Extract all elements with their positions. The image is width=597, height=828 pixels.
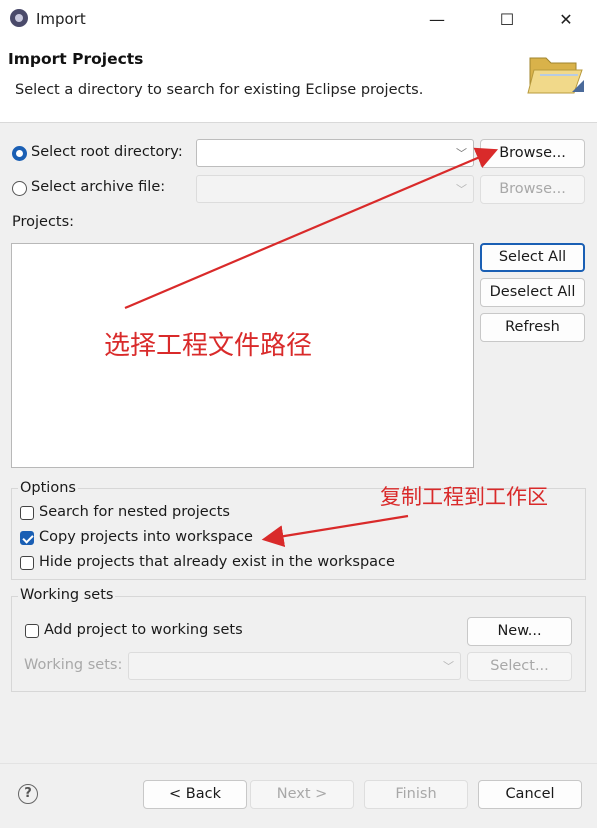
hide-existing-label: Hide projects that already exist in the … xyxy=(39,554,395,570)
browse-archive-button[interactable]: Browse... xyxy=(480,175,585,204)
select-root-directory-label: Select root directory: xyxy=(31,144,183,160)
select-root-directory-radio[interactable] xyxy=(12,146,27,161)
copy-projects-label: Copy projects into workspace xyxy=(39,529,253,545)
select-all-button[interactable]: Select All xyxy=(480,243,585,272)
close-button[interactable]: ✕ xyxy=(543,6,589,34)
annotation-select-path: 选择工程文件路径 xyxy=(104,331,313,361)
select-archive-file-label: Select archive file: xyxy=(31,179,166,195)
search-nested-label: Search for nested projects xyxy=(39,504,230,520)
deselect-all-button[interactable]: Deselect All xyxy=(480,278,585,307)
projects-label: Projects: xyxy=(12,214,75,230)
cancel-button[interactable]: Cancel xyxy=(478,780,582,809)
working-sets-label: Working sets: xyxy=(24,657,123,673)
refresh-button[interactable]: Refresh xyxy=(480,313,585,342)
root-directory-combo[interactable]: ﹀ xyxy=(196,139,474,167)
page-description: Select a directory to search for existin… xyxy=(15,82,424,98)
chevron-down-icon: ﹀ xyxy=(456,147,467,160)
select-archive-file-radio[interactable] xyxy=(12,181,27,196)
hide-existing-checkbox[interactable] xyxy=(20,556,34,570)
help-icon[interactable]: ? xyxy=(18,784,38,804)
options-title: Options xyxy=(18,480,78,496)
annotation-copy-workspace: 复制工程到工作区 xyxy=(380,485,548,509)
finish-button[interactable]: Finish xyxy=(364,780,468,809)
chevron-down-icon: ﹀ xyxy=(456,183,467,196)
new-working-set-button[interactable]: New... xyxy=(467,617,572,646)
search-nested-checkbox[interactable] xyxy=(20,506,34,520)
working-sets-combo[interactable]: ﹀ xyxy=(128,652,461,680)
add-to-working-sets-label: Add project to working sets xyxy=(44,622,243,638)
window-title: Import xyxy=(36,10,86,28)
eclipse-app-icon xyxy=(10,9,28,27)
next-button[interactable]: Next > xyxy=(250,780,354,809)
archive-file-combo[interactable]: ﹀ xyxy=(196,175,474,203)
select-working-sets-button[interactable]: Select... xyxy=(467,652,572,681)
maximize-button[interactable]: ☐ xyxy=(484,6,530,34)
minimize-button[interactable]: — xyxy=(414,6,460,34)
add-to-working-sets-checkbox[interactable] xyxy=(25,624,39,638)
folder-icon xyxy=(526,48,586,100)
back-button[interactable]: < Back xyxy=(143,780,247,809)
page-title: Import Projects xyxy=(8,50,144,68)
footer-divider xyxy=(0,763,597,764)
working-sets-title: Working sets xyxy=(18,587,116,603)
chevron-down-icon: ﹀ xyxy=(443,660,454,673)
browse-root-button[interactable]: Browse... xyxy=(480,139,585,168)
copy-projects-checkbox[interactable] xyxy=(20,531,34,545)
